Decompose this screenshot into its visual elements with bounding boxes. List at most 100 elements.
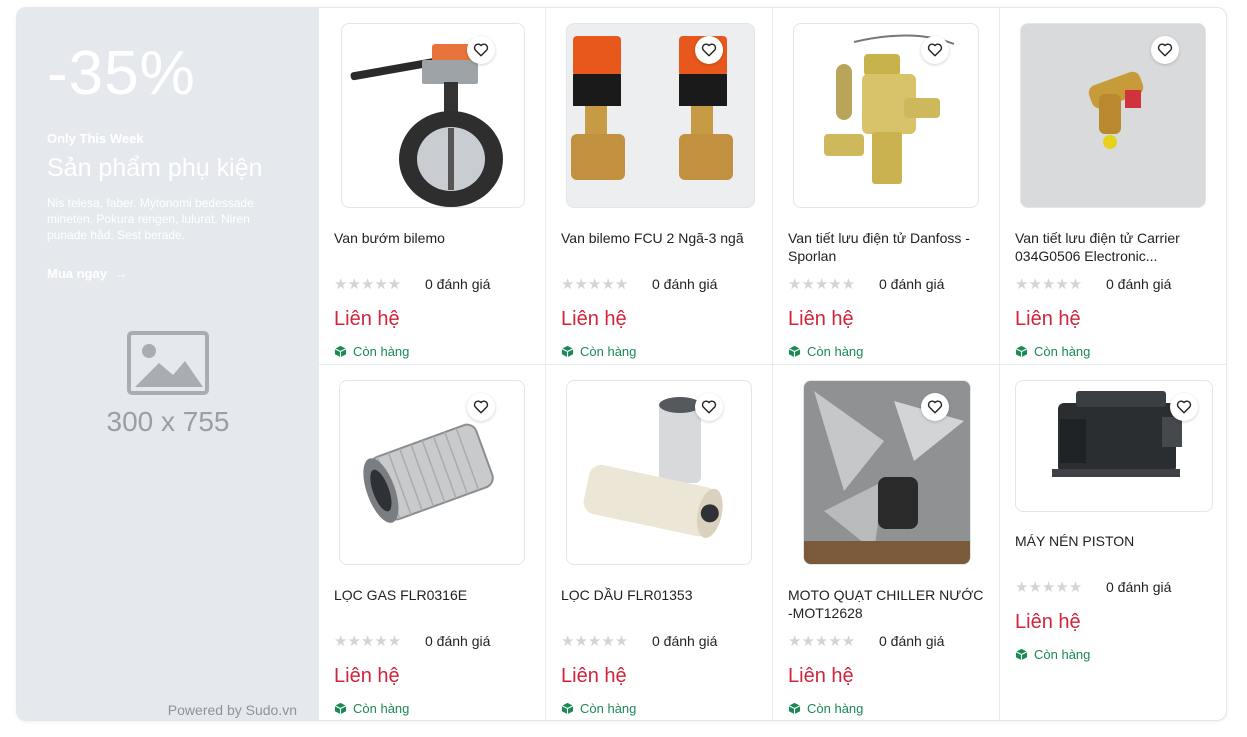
rating-stars: ★★★★★ xyxy=(561,633,629,650)
heart-icon xyxy=(473,400,489,414)
product-price: Liên hệ xyxy=(1015,611,1081,633)
stock-label: Còn hàng xyxy=(580,344,637,359)
product-image[interactable] xyxy=(341,23,525,208)
product-name[interactable]: MOTO QUẠT CHILLER NƯỚC -MOT12628 xyxy=(788,586,988,622)
stock-label: Còn hàng xyxy=(1034,344,1091,359)
rating-count: 0 đánh giá xyxy=(652,276,718,292)
promo-banner[interactable]: -35% Only This Week Sản phẩm phụ kiện Ni… xyxy=(17,8,319,720)
wishlist-button[interactable] xyxy=(467,393,495,421)
heart-icon xyxy=(1176,400,1192,414)
oil-filter-image xyxy=(583,397,723,538)
product-name[interactable]: LỌC GAS FLR0316E xyxy=(334,586,534,604)
wishlist-button[interactable] xyxy=(1170,393,1198,421)
wishlist-button[interactable] xyxy=(467,36,495,64)
product-name[interactable]: Van tiết lưu điện tử Danfoss -Sporlan xyxy=(788,229,988,265)
product-section: -35% Only This Week Sản phẩm phụ kiện Ni… xyxy=(16,7,1227,721)
product-name[interactable]: Van bướm bilemo xyxy=(334,229,534,247)
rating-count: 0 đánh giá xyxy=(1106,276,1172,292)
product-price: Liên hệ xyxy=(788,308,854,330)
box-icon xyxy=(334,702,347,715)
buy-now-link[interactable]: Mua ngay → xyxy=(47,266,128,281)
wishlist-button[interactable] xyxy=(921,36,949,64)
product-card[interactable]: Van tiết lưu điện tử Carrier 034G0506 El… xyxy=(1000,8,1226,365)
stock-label: Còn hàng xyxy=(807,701,864,716)
product-card[interactable]: LỌC DẦU FLR01353 ★★★★★ 0 đánh giá Liên h… xyxy=(546,365,773,720)
box-icon xyxy=(334,345,347,358)
wishlist-button[interactable] xyxy=(921,393,949,421)
discount-label: -35% xyxy=(47,39,196,108)
rating-stars: ★★★★★ xyxy=(334,633,402,650)
product-price: Liên hệ xyxy=(561,308,627,330)
product-price: Liên hệ xyxy=(1015,308,1081,330)
stock-status: Còn hàng xyxy=(788,344,863,359)
image-placeholder-icon xyxy=(127,331,209,395)
stock-label: Còn hàng xyxy=(1034,647,1091,662)
product-name[interactable]: LỌC DẦU FLR01353 xyxy=(561,586,761,604)
rating-stars: ★★★★★ xyxy=(788,633,856,650)
heart-icon xyxy=(927,400,943,414)
heart-icon xyxy=(473,43,489,57)
stock-status: Còn hàng xyxy=(334,701,409,716)
product-price: Liên hệ xyxy=(334,308,400,330)
butterfly-valve-image xyxy=(350,44,503,207)
rating-count: 0 đánh giá xyxy=(1106,579,1172,595)
box-icon xyxy=(561,702,574,715)
buy-now-label: Mua ngay xyxy=(47,266,107,281)
rating-stars: ★★★★★ xyxy=(788,276,856,293)
product-price: Liên hệ xyxy=(561,665,627,687)
stock-status: Còn hàng xyxy=(788,701,863,716)
rating-stars: ★★★★★ xyxy=(561,276,629,293)
stock-status: Còn hàng xyxy=(1015,344,1090,359)
fcu-valve-image xyxy=(571,36,733,180)
stock-status: Còn hàng xyxy=(561,701,636,716)
heart-icon xyxy=(1157,43,1173,57)
rating-stars: ★★★★★ xyxy=(334,276,402,293)
product-name[interactable]: Van tiết lưu điện tử Carrier 034G0506 El… xyxy=(1015,229,1215,265)
wishlist-button[interactable] xyxy=(695,393,723,421)
placeholder-size-label: 300 x 755 xyxy=(106,406,230,437)
banner-title: Sản phẩm phụ kiện xyxy=(47,154,263,182)
product-card[interactable]: MOTO QUẠT CHILLER NƯỚC -MOT12628 ★★★★★ 0… xyxy=(773,365,1000,720)
wishlist-button[interactable] xyxy=(695,36,723,64)
rating-count: 0 đánh giá xyxy=(879,633,945,649)
heart-icon xyxy=(701,43,717,57)
stock-label: Còn hàng xyxy=(580,701,637,716)
heart-icon xyxy=(701,400,717,414)
product-card[interactable]: Van tiết lưu điện tử Danfoss -Sporlan ★★… xyxy=(773,8,1000,365)
expansion-valve-image xyxy=(824,34,955,184)
product-image[interactable] xyxy=(793,23,979,208)
stock-label: Còn hàng xyxy=(807,344,864,359)
product-price: Liên hệ xyxy=(788,665,854,687)
rating-count: 0 đánh giá xyxy=(425,633,491,649)
rating-stars: ★★★★★ xyxy=(1015,579,1083,596)
product-card[interactable]: MÁY NÉN PISTON ★★★★★ 0 đánh giá Liên hệ … xyxy=(1000,365,1226,720)
product-price: Liên hệ xyxy=(334,665,400,687)
arrow-right-icon: → xyxy=(114,266,128,281)
stock-status: Còn hàng xyxy=(561,344,636,359)
stock-status: Còn hàng xyxy=(334,344,409,359)
product-image[interactable] xyxy=(566,23,755,208)
banner-tagline: Only This Week xyxy=(47,131,144,146)
box-icon xyxy=(788,702,801,715)
product-card[interactable]: Van bilemo FCU 2 Ngã-3 ngã ★★★★★ 0 đánh … xyxy=(546,8,773,365)
product-image[interactable] xyxy=(566,380,752,565)
stock-status: Còn hàng xyxy=(1015,647,1090,662)
product-card[interactable]: Van bướm bilemo ★★★★★ 0 đánh giá Liên hệ… xyxy=(319,8,546,365)
heart-icon xyxy=(927,43,943,57)
rating-stars: ★★★★★ xyxy=(1015,276,1083,293)
rating-count: 0 đánh giá xyxy=(879,276,945,292)
gas-filter-image xyxy=(363,423,494,523)
wishlist-button[interactable] xyxy=(1151,36,1179,64)
box-icon xyxy=(1015,648,1028,661)
product-image[interactable] xyxy=(339,380,525,565)
box-icon xyxy=(561,345,574,358)
rating-count: 0 đánh giá xyxy=(425,276,491,292)
banner-description: Nis telesa, faber. Mytonomi bedessade mi… xyxy=(47,196,254,242)
stock-label: Còn hàng xyxy=(353,344,410,359)
product-name[interactable]: Van bilemo FCU 2 Ngã-3 ngã xyxy=(561,229,761,247)
rating-count: 0 đánh giá xyxy=(652,633,718,649)
box-icon xyxy=(1015,345,1028,358)
product-card[interactable]: LỌC GAS FLR0316E ★★★★★ 0 đánh giá Liên h… xyxy=(319,365,546,720)
product-name[interactable]: MÁY NÉN PISTON xyxy=(1015,532,1215,550)
powered-by-label: Powered by Sudo.vn xyxy=(167,702,297,718)
